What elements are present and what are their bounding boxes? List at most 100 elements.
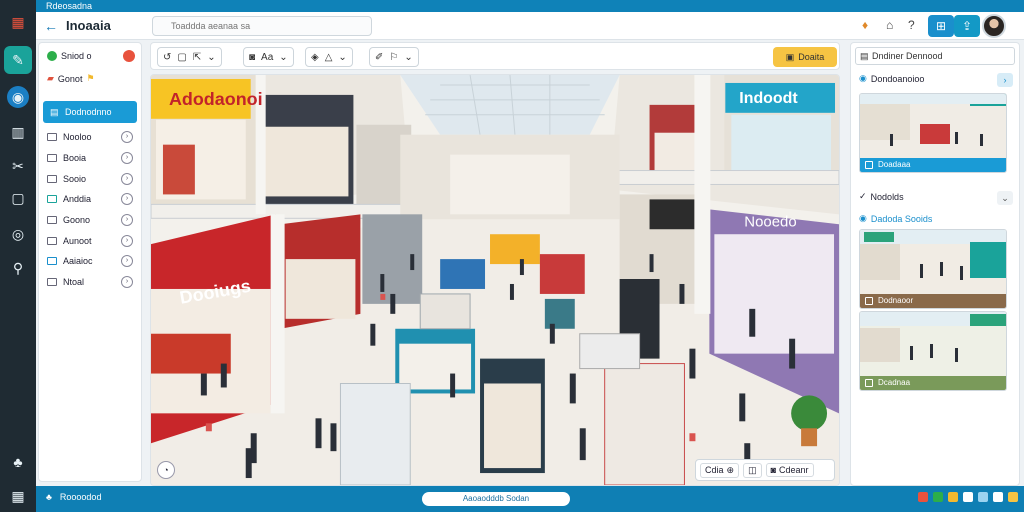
chevron-down-icon[interactable]: ⌄ [338,52,346,63]
panel-search-field[interactable]: ▤ Dndiner Dennood [855,47,1015,65]
thumbnail-caption-text: Doadaaa [878,160,911,169]
mall-scene-image: Adodaonoi Indoodt Dooiugs Nooedo [151,75,839,485]
layers-chip[interactable]: ◫ [743,462,762,478]
save-icon: ▣ [785,51,795,62]
wrench-icon[interactable]: ⚲ [4,254,32,282]
text-icon[interactable]: Aa [261,52,273,63]
map-icon [47,195,57,203]
sidebar-item[interactable]: Ntoal › [47,274,137,290]
system-tray [918,492,1018,502]
status-left: ♣ Roooodod [46,492,101,502]
scene-thumbnail-1[interactable]: Doadaaa [859,93,1007,173]
grid-button[interactable]: ⊞ [928,15,954,37]
section-header-2: ✓ Nodolds [859,191,904,202]
share-button[interactable]: ⇪ [954,15,980,37]
status-dot-icon [47,51,57,61]
table-icon [47,257,57,265]
layers-icon[interactable]: ◈ [311,52,319,63]
tray-icon[interactable] [933,492,943,502]
thumbnail-caption: Dodnaoor [860,294,1006,308]
table-icon [47,216,57,224]
chevron-icon[interactable]: › [121,214,133,226]
thumbnail-caption-text: Dcadnaa [878,378,911,387]
right-panel: ▤ Dndiner Dennood ◉ Dondoanoioo › Doadaa… [850,42,1020,486]
check-icon: ✓ [859,191,867,201]
edit-icon[interactable]: ✎ [4,46,32,74]
notification-badge[interactable] [123,50,135,62]
cursor-icon[interactable]: ⇱ [193,52,201,63]
chevron-down-icon[interactable]: ⌄ [404,52,412,63]
section-toggle-button[interactable]: › [997,73,1013,87]
sidebar-item-label: Goono [63,215,91,225]
globe-icon[interactable]: ◉ [7,86,29,108]
section-toggle-button[interactable]: ⌄ [997,191,1013,205]
window-titlebar: Rdeosadna [36,0,1024,12]
thumbnail-caption: Doadaaa [860,158,1006,172]
help-icon[interactable]: ? [908,18,915,32]
sidebar-item-active[interactable]: ▤ Dodnodnno [43,101,137,123]
sidebar-item[interactable]: Anddia › [47,191,137,207]
sidebar-item[interactable]: Goono › [47,212,137,228]
window-title: Rdeosadna [46,1,93,11]
table-icon [47,175,57,183]
table-icon [47,237,57,245]
camera-icon[interactable]: ◙ [249,52,255,63]
chat-icon[interactable]: ◔ [157,461,175,479]
sidebar-item[interactable]: Sooio › [47,171,137,187]
scene-thumbnail-3[interactable]: Dcadnaa [859,311,1007,391]
search-input[interactable] [152,16,372,36]
sidebar-item[interactable]: Booia › [47,150,137,166]
people-icon[interactable]: ♣ [4,448,32,476]
chevron-icon[interactable]: › [121,276,133,288]
tray-icon[interactable] [918,492,928,502]
chevron-icon[interactable]: › [121,152,133,164]
compare-chip-label: Cdeanr [779,465,809,475]
view-icon: ◉ [859,73,867,83]
sidebar-item[interactable]: Nooloo › [47,129,137,145]
apps-icon[interactable]: ▦ [4,482,32,510]
undo-icon[interactable]: ↺ [163,52,171,63]
tray-icon[interactable] [978,492,988,502]
tray-icon[interactable] [948,492,958,502]
document-icon[interactable]: ▢ [4,184,32,212]
shape-icon[interactable]: △ [325,52,333,63]
sidebar-top-item-2[interactable]: ▰ Gonot ⚑ [47,73,95,84]
back-arrow-icon[interactable]: ← [44,18,58,34]
table-icon [47,278,57,286]
tray-icon[interactable] [1008,492,1018,502]
sidebar-item[interactable]: Aunoot › [47,233,137,249]
tool-group-1[interactable]: ↺ ▢ ⇱ ⌄ [157,47,222,67]
mall-viewport[interactable]: Adodaonoi Indoodt Dooiugs Nooedo ◔ Cdia ⊕… [150,74,840,486]
tools-icon[interactable]: ✂ [4,152,32,180]
sidebar-item[interactable]: Aaiaioc › [47,253,137,269]
tray-icon[interactable] [963,492,973,502]
building-icon[interactable]: ▥ [4,118,32,146]
brush-icon[interactable]: ✐ [375,52,383,63]
frame-icon[interactable]: ▢ [177,52,186,63]
chevron-icon[interactable]: › [121,235,133,247]
avatar[interactable] [982,14,1006,38]
tray-icon[interactable] [993,492,1003,502]
chevron-icon[interactable]: › [121,193,133,205]
chevron-down-icon[interactable]: ⌄ [207,52,215,63]
flag-icon[interactable]: ⚐ [389,52,398,63]
tool-group-4[interactable]: ✐ ⚐ ⌄ [369,47,419,67]
bell-icon[interactable]: ♦ [862,18,868,32]
tool-group-3[interactable]: ◈ △ ⌄ [305,47,353,67]
chevron-icon[interactable]: › [121,255,133,267]
chevron-icon[interactable]: › [121,173,133,185]
view-chip[interactable]: Cdia ⊕ [700,462,740,478]
bolt-icon[interactable]: ◎ [4,220,32,248]
chevron-icon[interactable]: › [121,131,133,143]
logo-icon[interactable]: ▦ [4,8,32,36]
store-sign: Adodaonoi [169,89,263,109]
primary-action-button[interactable]: ▣ Doaita [773,47,837,67]
chevron-down-icon[interactable]: ⌄ [279,52,287,63]
sidebar-item-label: Sooio [63,174,87,184]
tool-group-2[interactable]: ◙ Aa ⌄ [243,47,294,67]
home-icon[interactable]: ⌂ [886,18,893,32]
scene-thumbnail-2[interactable]: Dodnaoor [859,229,1007,309]
sidebar-top-item-1[interactable]: Sniod o [47,51,92,61]
status-pill[interactable]: Aaoaodddb Sodan [422,492,570,506]
compare-chip[interactable]: ◙ Cdeanr [765,463,814,477]
